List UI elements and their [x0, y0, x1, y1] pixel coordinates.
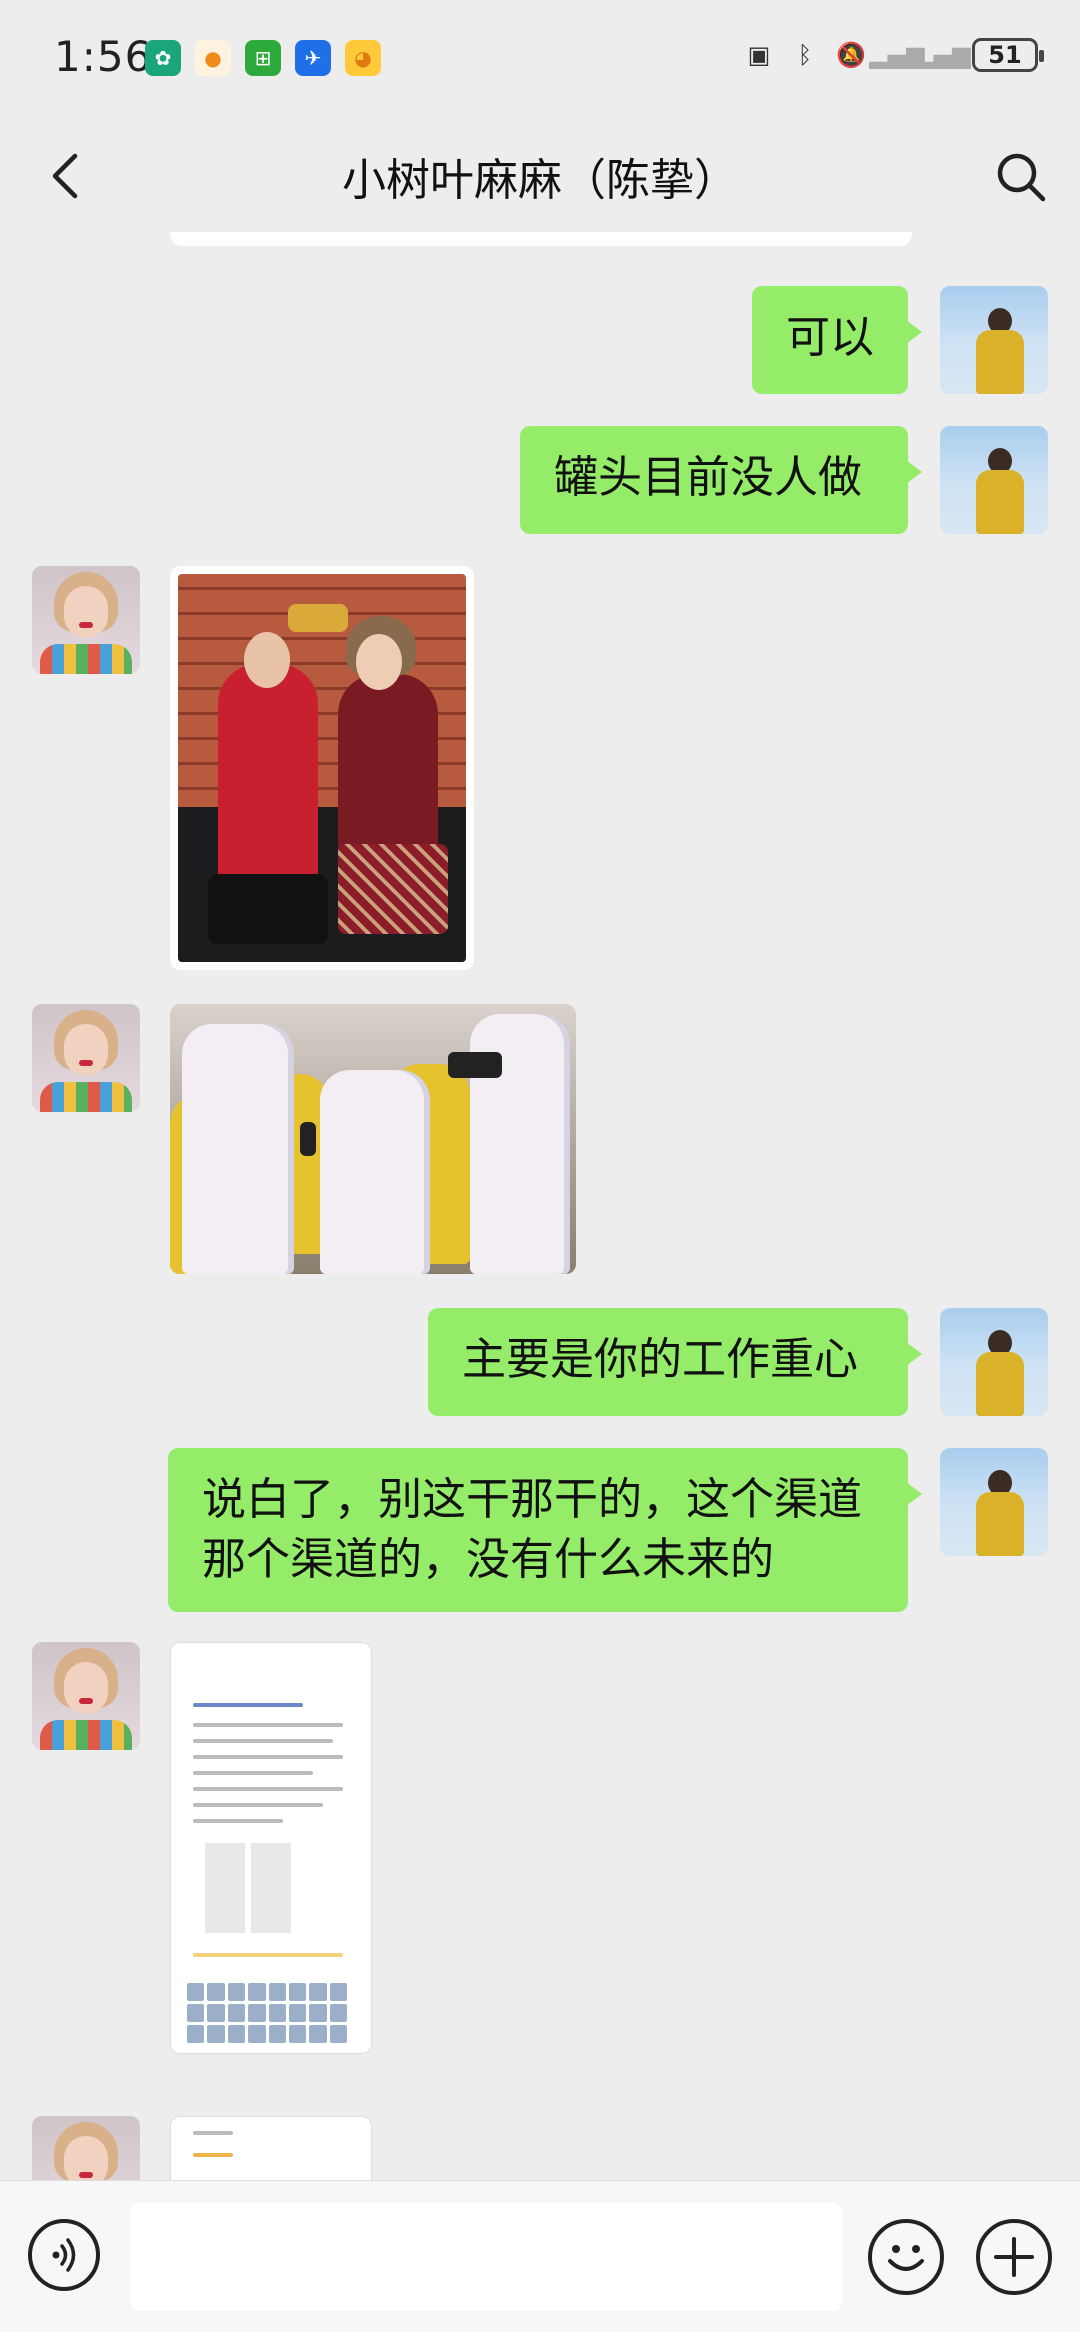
screenshot-thumbnail[interactable] [170, 1642, 372, 2054]
contact-avatar[interactable] [32, 1642, 140, 1750]
chat-header: 小树叶麻麻（陈挚） [0, 120, 1080, 232]
more-button[interactable] [976, 2219, 1052, 2295]
emoji-icon [888, 2245, 924, 2271]
battery-level: 51 [988, 41, 1022, 69]
my-avatar[interactable] [940, 1448, 1048, 1556]
search-icon [997, 153, 1046, 202]
bluetooth-icon: ᛒ [797, 41, 813, 69]
duck-app-icon: ◕ [345, 40, 381, 76]
couple-photo[interactable] [170, 566, 474, 970]
message-list[interactable]: 可以 罐头目前没人做 主要是你的工作重心 说白了，别这干那干的，这个渠道那个渠道… [0, 232, 1080, 2180]
contact-avatar[interactable] [32, 566, 140, 674]
input-bar [0, 2180, 1080, 2332]
message-input[interactable] [130, 2203, 842, 2311]
message-text: 可以 [786, 312, 874, 363]
green-app-icon: ⊞ [245, 40, 281, 76]
voice-icon [52, 2238, 76, 2272]
plus-icon [994, 2237, 1034, 2277]
my-message-bubble[interactable]: 可以 [752, 286, 922, 394]
notification-app-icons: ✿ ● ⊞ ✈ ◕ [145, 40, 381, 76]
signal-1-icon: ▂▄▆ [869, 41, 925, 69]
message-text: 罐头目前没人做 [554, 452, 862, 503]
factory-photo[interactable] [170, 1004, 576, 1274]
emoji-button[interactable] [868, 2219, 944, 2295]
contact-avatar[interactable] [32, 2116, 140, 2180]
my-message-bubble[interactable]: 说白了，别这干那干的，这个渠道那个渠道的，没有什么未来的 [168, 1448, 922, 1612]
mute-icon: 🔕 [836, 41, 866, 69]
my-message-bubble[interactable]: 罐头目前没人做 [520, 426, 922, 534]
system-status-icons: ▣ ᛒ 🔕 ▂▄▆ ▂▄▆ 51 [742, 38, 1044, 72]
plane-app-icon: ✈ [295, 40, 331, 76]
orange-app-icon: ● [195, 40, 231, 76]
my-message-bubble[interactable]: 主要是你的工作重心 [428, 1308, 922, 1416]
screenshot-thumbnail-2[interactable] [170, 2116, 372, 2180]
status-bar: 1:56 ✿ ● ⊞ ✈ ◕ ▣ ᛒ 🔕 ▂▄▆ ▂▄▆ 51 [0, 0, 1080, 120]
message-text: 说白了，别这干那干的，这个渠道那个渠道的，没有什么未来的 [202, 1474, 862, 1585]
battery-indicator: 51 [972, 38, 1044, 72]
message-text: 主要是你的工作重心 [462, 1334, 858, 1385]
signal-2-icon: ▂▄▆ [915, 41, 971, 69]
search-button[interactable] [990, 146, 1050, 206]
nfc-icon: ▣ [747, 41, 771, 69]
my-avatar[interactable] [940, 426, 1048, 534]
leaf-app-icon: ✿ [145, 40, 181, 76]
contact-avatar[interactable] [32, 1004, 140, 1112]
voice-button[interactable] [28, 2219, 100, 2291]
chat-title: 小树叶麻麻（陈挚） [342, 155, 738, 206]
my-avatar[interactable] [940, 1308, 1048, 1416]
my-avatar[interactable] [940, 286, 1048, 394]
status-time: 1:56 [54, 32, 153, 81]
previous-message-card[interactable] [170, 232, 912, 246]
